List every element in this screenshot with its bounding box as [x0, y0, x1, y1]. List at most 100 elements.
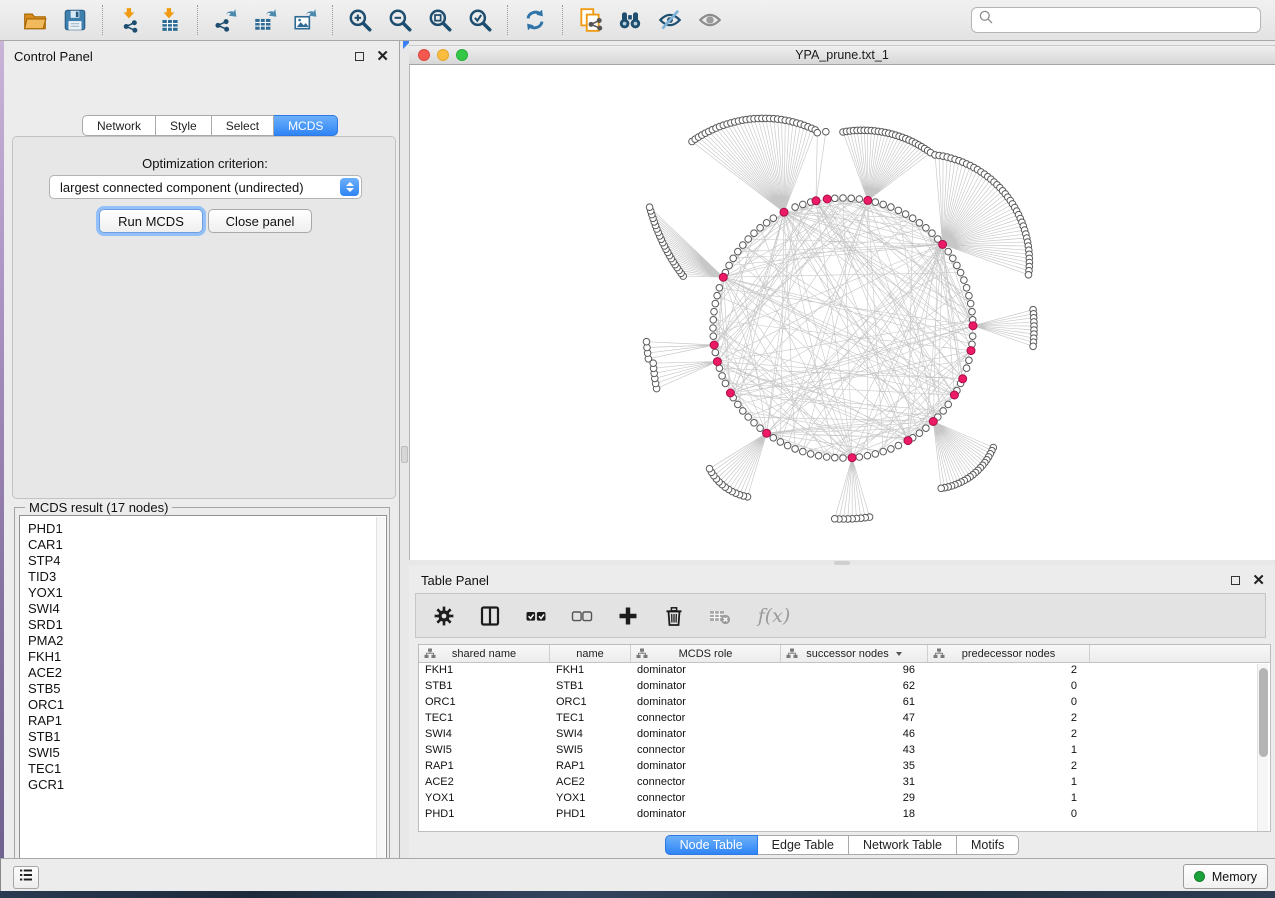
tab-node-table[interactable]: Node Table	[665, 835, 758, 855]
cell-role: connector	[631, 743, 781, 759]
hide-selected-icon[interactable]	[655, 5, 685, 35]
search-input[interactable]	[995, 13, 1254, 27]
network-graph[interactable]	[410, 65, 1275, 560]
result-node-item[interactable]: YOX1	[28, 585, 386, 601]
function-builder-icon[interactable]: f(x)	[754, 604, 794, 628]
cell-predecessors: 2	[928, 759, 1090, 775]
result-node-item[interactable]: ACE2	[28, 665, 386, 681]
show-all-icon[interactable]	[695, 5, 725, 35]
vertical-splitter[interactable]	[400, 41, 409, 858]
splitter-grip[interactable]	[401, 446, 408, 463]
criterion-select[interactable]: largest connected component (undirected)	[49, 175, 362, 199]
result-node-item[interactable]: SRD1	[28, 617, 386, 633]
cell-role: dominator	[631, 663, 781, 679]
run-mcds-button[interactable]: Run MCDS	[99, 209, 203, 233]
cell-shared_name: SWI4	[419, 727, 550, 743]
table-scrollbar[interactable]	[1257, 664, 1268, 831]
select-all-icon[interactable]	[524, 604, 548, 628]
save-session-icon[interactable]	[60, 5, 90, 35]
desktop-wallpaper-bottom	[0, 891, 1275, 898]
cell-name: FKH1	[550, 663, 631, 679]
memory-button[interactable]: Memory	[1183, 864, 1268, 889]
tab-network[interactable]: Network	[82, 115, 156, 136]
tab-network-table[interactable]: Network Table	[849, 835, 957, 855]
tab-style[interactable]: Style	[156, 115, 212, 136]
main-toolbar	[0, 0, 1275, 41]
result-node-item[interactable]: TID3	[28, 569, 386, 585]
table-row[interactable]: SWI5SWI5connector431	[419, 743, 1270, 759]
result-node-item[interactable]: STB1	[28, 729, 386, 745]
result-node-item[interactable]: SWI4	[28, 601, 386, 617]
search-icon	[978, 9, 995, 31]
settings-gear-icon[interactable]	[432, 604, 456, 628]
export-table-icon[interactable]	[250, 5, 280, 35]
close-panel-icon[interactable]: ✕	[1252, 576, 1265, 585]
result-node-item[interactable]: SWI5	[28, 745, 386, 761]
table-row[interactable]: ACE2ACE2connector311	[419, 775, 1270, 791]
tab-select[interactable]: Select	[212, 115, 274, 136]
network-titlebar[interactable]: YPA_prune.txt_1	[409, 45, 1275, 65]
import-network-icon[interactable]	[115, 5, 145, 35]
result-node-item[interactable]: ORC1	[28, 697, 386, 713]
table-row[interactable]: TEC1TEC1connector472	[419, 711, 1270, 727]
zoom-selected-icon[interactable]	[465, 5, 495, 35]
result-node-item[interactable]: TEC1	[28, 761, 386, 777]
table-row[interactable]: ORC1ORC1dominator610	[419, 695, 1270, 711]
import-table-icon[interactable]	[155, 5, 185, 35]
add-row-icon[interactable]	[616, 604, 640, 628]
zoom-out-icon[interactable]	[385, 5, 415, 35]
table-row[interactable]: FKH1FKH1dominator962	[419, 663, 1270, 679]
export-image-icon[interactable]	[290, 5, 320, 35]
zoom-in-icon[interactable]	[345, 5, 375, 35]
result-node-item[interactable]: FKH1	[28, 649, 386, 665]
open-file-icon[interactable]	[20, 5, 50, 35]
column-header-name[interactable]: name	[550, 645, 631, 662]
task-history-button[interactable]	[13, 866, 39, 889]
close-panel-button[interactable]: Close panel	[208, 209, 312, 233]
refresh-icon[interactable]	[520, 5, 550, 35]
result-node-item[interactable]: CAR1	[28, 537, 386, 553]
table-header-row: shared namenameMCDS rolesuccessor nodesp…	[419, 645, 1270, 663]
result-node-item[interactable]: PHD1	[28, 521, 386, 537]
column-header-shared-name[interactable]: shared name	[419, 645, 550, 662]
cell-successors: 29	[781, 791, 928, 807]
result-list-scrollbar[interactable]	[376, 517, 385, 876]
tab-motifs[interactable]: Motifs	[957, 835, 1019, 855]
deselect-all-icon[interactable]	[570, 604, 594, 628]
table-row[interactable]: RAP1RAP1dominator352	[419, 759, 1270, 775]
tab-edge-table[interactable]: Edge Table	[758, 835, 849, 855]
column-header-successor-nodes[interactable]: successor nodes	[781, 645, 928, 662]
close-panel-icon[interactable]: ✕	[376, 52, 389, 61]
float-panel-icon[interactable]	[1231, 576, 1240, 585]
cell-role: dominator	[631, 679, 781, 695]
table-row[interactable]: STB1STB1dominator620	[419, 679, 1270, 695]
table-row[interactable]: SWI4SWI4dominator462	[419, 727, 1270, 743]
column-header-predecessor-nodes[interactable]: predecessor nodes	[928, 645, 1090, 662]
table-row[interactable]: YOX1YOX1connector291	[419, 791, 1270, 807]
result-node-item[interactable]: PMA2	[28, 633, 386, 649]
result-node-item[interactable]: GCR1	[28, 777, 386, 793]
search-box[interactable]	[971, 7, 1261, 33]
result-node-item[interactable]: STB5	[28, 681, 386, 697]
column-selector-icon[interactable]	[478, 604, 502, 628]
result-node-item[interactable]: STP4	[28, 553, 386, 569]
find-icon[interactable]	[615, 5, 645, 35]
cell-name: SWI5	[550, 743, 631, 759]
network-window: YPA_prune.txt_1	[409, 41, 1275, 560]
table-row[interactable]: PHD1PHD1dominator180	[419, 807, 1270, 823]
new-network-from-selection-icon[interactable]	[575, 5, 605, 35]
zoom-fit-icon[interactable]	[425, 5, 455, 35]
scrollbar-thumb[interactable]	[1259, 668, 1268, 757]
float-panel-icon[interactable]	[355, 52, 364, 61]
column-header-MCDS-role[interactable]: MCDS role	[631, 645, 781, 662]
result-node-item[interactable]: RAP1	[28, 713, 386, 729]
delete-row-icon[interactable]	[662, 604, 686, 628]
delete-table-icon[interactable]	[708, 604, 732, 628]
cell-role: dominator	[631, 695, 781, 711]
network-canvas[interactable]	[409, 65, 1275, 560]
mcds-result-title: MCDS result (17 nodes)	[25, 500, 172, 515]
tab-mcds[interactable]: MCDS	[274, 115, 338, 136]
mcds-result-list[interactable]: PHD1CAR1STP4TID3YOX1SWI4SRD1PMA2FKH1ACE2…	[19, 515, 387, 876]
export-network-icon[interactable]	[210, 5, 240, 35]
cell-name: ACE2	[550, 775, 631, 791]
